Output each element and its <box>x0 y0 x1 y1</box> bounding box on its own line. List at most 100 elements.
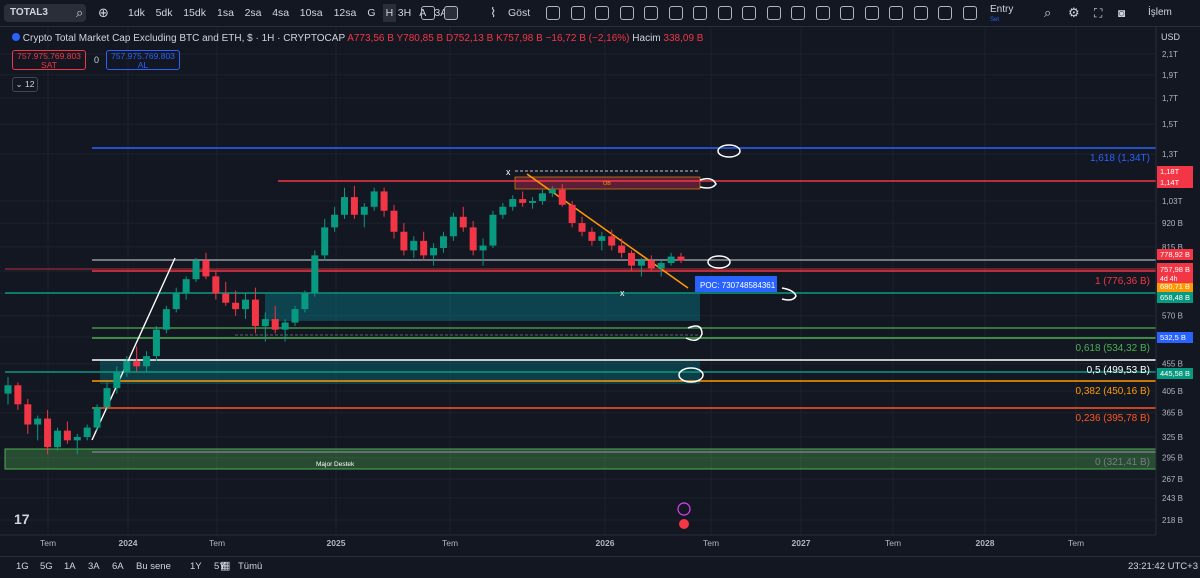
candle-body <box>321 227 329 256</box>
interval-3H[interactable]: 3H <box>398 0 411 26</box>
range-Tümü[interactable]: Tümü <box>238 561 262 572</box>
range-3A[interactable]: 3A <box>88 561 100 572</box>
drawing-tool-6-icon[interactable] <box>668 6 683 20</box>
candle-body <box>123 361 131 372</box>
fullscreen-icon[interactable]: ⛶ <box>1094 0 1102 26</box>
drawing-tool-16-icon[interactable] <box>913 6 928 20</box>
legend-change: −16,72 B (−2,16%) <box>545 33 630 44</box>
interval-5dk[interactable]: 5dk <box>156 0 173 26</box>
fib-label: 0,618 (534,32 B) <box>1076 343 1151 354</box>
drawing-tool-4-icon[interactable] <box>619 6 634 20</box>
drawing-tool-14-icon[interactable] <box>864 6 879 20</box>
gear-icon[interactable]: ⚙ <box>1068 0 1080 26</box>
drawing-tool-17-icon[interactable] <box>938 6 952 20</box>
sell-button[interactable]: 757.975.769.803 SAT <box>12 50 86 70</box>
camera-icon[interactable]: ◙ <box>1118 0 1125 26</box>
candle-body <box>172 293 180 310</box>
range-5G[interactable]: 5G <box>40 561 53 572</box>
interval-G[interactable]: G <box>367 0 375 26</box>
bottom-bar: 1G 5G 1A 3A 6A Bu sene 1Y 5Y Tümü ▦ 23:21:42 UTC… <box>0 556 1200 578</box>
tradingview-logo: 17 <box>14 511 30 527</box>
indicators-button[interactable]: Göst <box>508 0 530 26</box>
price-tick: 243 B <box>1162 494 1183 503</box>
interval-10sa[interactable]: 10sa <box>300 0 323 26</box>
price-tick: 1,9T <box>1162 71 1178 80</box>
legend-title: Crypto Total Market Cap Excluding BTC an… <box>22 33 345 44</box>
price-badge: 1,14T <box>1160 178 1180 187</box>
candle-body <box>509 199 517 207</box>
symbol-search[interactable]: TOTAL3 <box>4 4 86 22</box>
fib-label: 0,382 (450,16 B) <box>1076 386 1151 397</box>
currency-label[interactable]: USD <box>1161 32 1180 42</box>
candle-body <box>202 260 210 277</box>
fib-label: 1,618 (1,34T) <box>1090 153 1150 164</box>
price-badge: 532,5 B <box>1160 333 1186 342</box>
candle-body <box>311 255 319 294</box>
drawing-tool-15-icon[interactable] <box>889 6 903 20</box>
candle-body <box>588 231 596 241</box>
candle-style-icon[interactable] <box>444 6 458 20</box>
interval-12sa[interactable]: 12sa <box>334 0 357 26</box>
range-1G[interactable]: 1G <box>16 561 29 572</box>
search-icon[interactable]: ⌕ <box>76 0 83 26</box>
bar-style-icon[interactable] <box>421 6 435 20</box>
interval-1sa[interactable]: 1sa <box>217 0 234 26</box>
candle-body <box>24 404 32 425</box>
range-6A[interactable]: 6A <box>112 561 124 572</box>
drawing-tool-10-icon[interactable] <box>766 6 781 20</box>
range-1Y[interactable]: 1Y <box>190 561 202 572</box>
legend-dot <box>12 33 20 41</box>
candle-body <box>63 430 71 441</box>
candle-body <box>439 236 447 248</box>
candle-body <box>242 299 250 310</box>
interval-1dk[interactable]: 1dk <box>128 0 145 26</box>
candle-body <box>291 309 299 323</box>
drawing-tool-12-icon[interactable] <box>815 6 830 20</box>
interval-4sa[interactable]: 4sa <box>272 0 289 26</box>
candle-body <box>251 299 259 327</box>
candle-body <box>628 252 636 266</box>
interval-15dk[interactable]: 15dk <box>183 0 206 26</box>
indicators-icon[interactable]: ⌇ <box>490 0 496 26</box>
zoom-icon[interactable]: ⌕ <box>1044 0 1051 26</box>
candle-body <box>103 388 111 408</box>
price-tick: 1,5T <box>1162 120 1178 129</box>
interval-H[interactable]: H <box>382 4 397 22</box>
buy-button[interactable]: 757.975.769.803 AL <box>106 50 180 70</box>
drawing-tool-11-icon[interactable] <box>791 6 805 20</box>
range-1A[interactable]: 1A <box>64 561 76 572</box>
drawing-tool-18-icon[interactable] <box>962 6 977 20</box>
drawing-tool-7-icon[interactable] <box>693 6 707 20</box>
range-Bu sene[interactable]: Bu sene <box>136 561 171 572</box>
drawing-tool-2-icon[interactable] <box>570 6 585 20</box>
calendar-icon[interactable]: ▦ <box>220 559 230 572</box>
drawing-tool-5-icon[interactable] <box>644 6 658 20</box>
drawing-tool-1-icon[interactable] <box>546 6 560 20</box>
candle-body <box>390 210 398 232</box>
top-toolbar: TOTAL3 ⌕ ⊕ 1dk 5dk 15dk 1sa 2sa 4sa 10sa 12sa G H… <box>0 0 1200 27</box>
candle-body <box>548 189 556 194</box>
price-tick: 1,03T <box>1162 197 1183 206</box>
drawing-tool-13-icon[interactable] <box>840 6 854 20</box>
add-symbol-icon[interactable]: ⊕ <box>98 0 109 26</box>
candle-body <box>271 319 279 330</box>
fib-level-labels: 1,618 (1,34T) 1 (776,36 B) 0,618 (534,32 B… <box>1076 153 1151 468</box>
price-chart[interactable]: POC: 730748584361 Major Destek OB x x 2,… <box>0 27 1200 577</box>
fib-label: 0 (321,41 B) <box>1095 457 1150 468</box>
legend-volume-label: Hacim <box>632 33 661 44</box>
drawing-tool-3-icon[interactable] <box>595 6 609 20</box>
price-tick: 405 B <box>1162 387 1183 396</box>
interval-2sa[interactable]: 2sa <box>245 0 262 26</box>
price-badge: 658,48 B <box>1160 293 1190 302</box>
price-badge: 445,58 B <box>1160 369 1190 378</box>
price-badge: 680,71 B <box>1160 282 1190 291</box>
trade-button[interactable]: İşlem <box>1148 0 1172 26</box>
drawing-tool-9-icon[interactable] <box>742 6 756 20</box>
candle-body <box>44 418 52 448</box>
candle-body <box>192 260 200 280</box>
indicator-collapse-button[interactable]: ⌄ 12 <box>12 77 38 92</box>
drawing-tool-8-icon[interactable] <box>717 6 732 20</box>
candle-body <box>400 231 408 251</box>
candle-body <box>459 216 467 228</box>
candle-body <box>499 206 507 215</box>
